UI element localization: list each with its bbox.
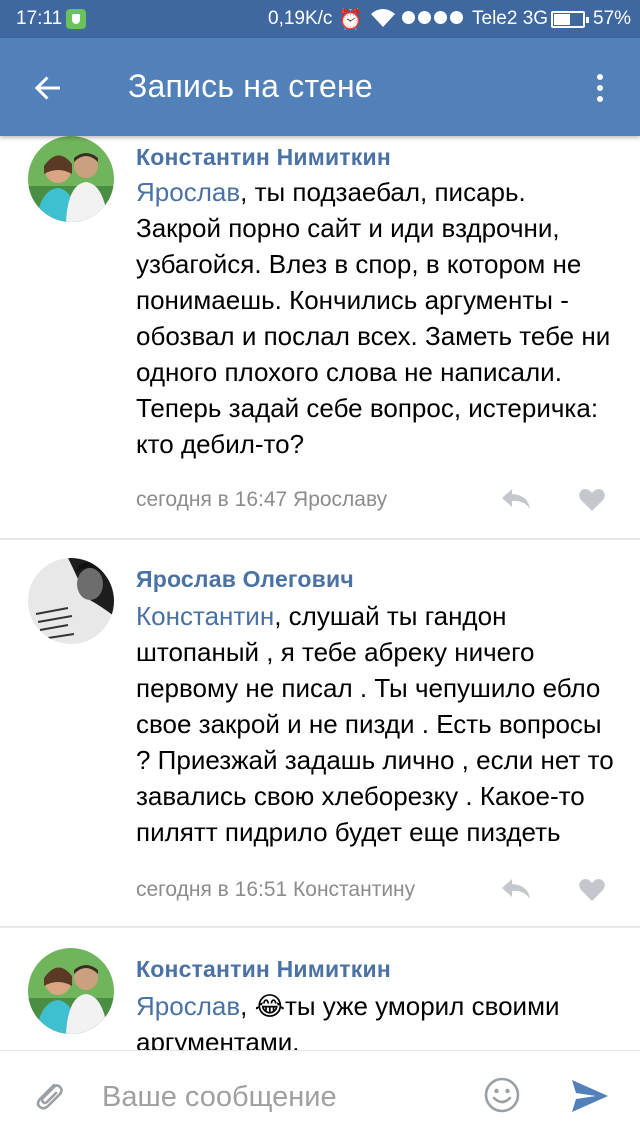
back-button[interactable] [20,60,76,116]
comment-mention[interactable]: Ярослав [136,177,240,207]
more-options-button[interactable] [580,66,620,110]
comment-author[interactable]: Константин Нимиткин [136,956,391,983]
carrier-name: Tele2 3G [472,8,549,29]
divider [0,926,640,928]
comment-text: Константин, слушай ты гандон штопаный , … [136,601,614,847]
divider [0,538,640,540]
comments-list[interactable]: Константин Нимиткин Ярослав, ты подзаеба… [0,136,640,1050]
avatar[interactable] [28,948,114,1034]
signal-icon [402,11,463,24]
reply-icon[interactable] [500,876,532,902]
battery-icon [551,11,589,28]
arrow-left-icon [34,76,60,100]
message-input[interactable] [102,1077,462,1117]
avatar[interactable] [28,558,114,644]
paperclip-icon[interactable] [30,1077,68,1115]
send-icon[interactable] [570,1077,610,1115]
comment-mention[interactable]: Константин [136,601,274,631]
network-speed: 0,19K/c [268,8,333,29]
shield-icon [66,9,86,29]
more-vertical-icon [597,74,603,80]
comment-meta: сегодня в 16:51 Константину [136,878,416,901]
reply-icon[interactable] [500,486,532,512]
comment-author[interactable]: Константин Нимиткин [136,144,391,171]
comment-mention[interactable]: Ярослав [136,991,240,1021]
comment-author[interactable]: Ярослав Олегович [136,566,354,593]
status-time: 17:11 [16,8,63,29]
wifi-icon [370,7,396,35]
status-bar: 17:11 0,19K/c ⏰ Tele2 3G 57% [0,0,640,38]
heart-icon[interactable] [578,487,606,513]
heart-icon[interactable] [578,877,606,903]
emoji-icon[interactable] [482,1075,522,1115]
comment-text: Ярослав, ты подзаебал, писарь. Закрой по… [136,177,611,459]
battery-percent: 57% [593,8,632,29]
page-title: Запись на стене [128,68,373,104]
app-bar: Запись на стене [0,38,640,136]
comment-text: Ярослав, 😂ты уже уморил своими аргумента… [136,991,560,1050]
comment-meta: сегодня в 16:47 Ярославу [136,488,388,511]
message-composer [0,1050,640,1137]
avatar[interactable] [28,136,114,222]
alarm-icon: ⏰ [338,9,363,31]
